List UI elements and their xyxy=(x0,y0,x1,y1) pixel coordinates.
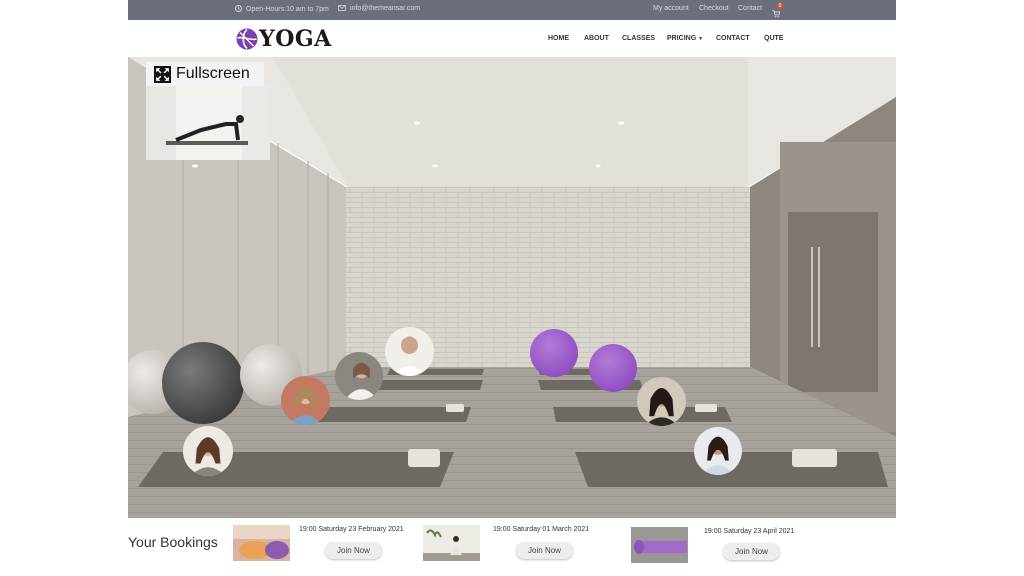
participant-avatar[interactable] xyxy=(335,352,383,400)
join-now-button[interactable]: Join Now xyxy=(723,543,780,560)
person-photo xyxy=(637,377,686,426)
nav-classes[interactable]: CLASSES xyxy=(622,35,655,42)
nav-home[interactable]: HOME xyxy=(548,35,569,42)
booking-date: 19:00 Saturday 01 March 2021 xyxy=(493,526,590,533)
bookings-heading: Your Bookings xyxy=(128,534,218,550)
participant-avatar[interactable] xyxy=(694,427,742,475)
my-account-link[interactable]: My account xyxy=(653,5,689,12)
clock-icon xyxy=(235,5,242,12)
participant-avatar[interactable] xyxy=(183,426,233,476)
booking-thumbnail xyxy=(423,525,480,561)
nav-about[interactable]: ABOUT xyxy=(584,35,609,42)
participant-avatar[interactable] xyxy=(385,327,434,376)
person-photo xyxy=(281,376,330,425)
open-hours: Open-Hours:10 am to 7pm xyxy=(235,5,329,13)
caret-down-icon: ▼ xyxy=(698,36,704,42)
instructor-video-preview[interactable] xyxy=(146,86,270,160)
booking-thumbnail xyxy=(631,527,688,563)
contact-link[interactable]: Contact xyxy=(738,5,762,12)
checkout-link[interactable]: Checkout xyxy=(699,5,729,12)
nav-pricing-label: PRICING xyxy=(667,35,697,42)
fullscreen-label: Fullscreen xyxy=(176,65,250,82)
fullscreen-button[interactable]: Fullscreen xyxy=(146,62,264,86)
cart-icon xyxy=(772,10,781,18)
fullscreen-icon xyxy=(154,65,171,83)
meditation-photo xyxy=(423,525,480,561)
purple-mat-photo xyxy=(631,527,688,563)
participant-avatar[interactable] xyxy=(281,376,330,425)
person-photo xyxy=(694,427,742,475)
booking-date: 19:00 Saturday 23 February 2021 xyxy=(299,526,404,533)
participant-avatar[interactable] xyxy=(637,377,686,426)
booking-thumbnail xyxy=(233,525,290,561)
brand-logo[interactable] xyxy=(236,28,258,50)
email-link[interactable]: info@themeansar.com xyxy=(338,5,420,12)
cart-count-badge: 0 xyxy=(777,3,783,9)
person-photo xyxy=(183,426,233,476)
join-now-button[interactable]: Join Now xyxy=(325,542,382,559)
envelope-icon xyxy=(338,5,346,11)
nav-quote[interactable]: QUTE xyxy=(764,35,783,42)
join-now-button[interactable]: Join Now xyxy=(516,542,573,559)
brand-name[interactable]: YOGA xyxy=(259,26,332,52)
nav-contact[interactable]: CONTACT xyxy=(716,35,750,42)
open-hours-text: Open-Hours:10 am to 7pm xyxy=(246,6,329,13)
email-text: info@themeansar.com xyxy=(350,5,421,12)
yoga-ball-logo-icon xyxy=(236,28,258,50)
yoga-mat-photo xyxy=(233,525,290,561)
instructor-plank-photo xyxy=(146,86,270,160)
nav-pricing[interactable]: PRICING ▼ xyxy=(667,35,703,42)
booking-date: 19:00 Saturday 23 April 2021 xyxy=(704,528,795,535)
person-photo xyxy=(335,352,383,400)
person-photo xyxy=(385,327,434,376)
